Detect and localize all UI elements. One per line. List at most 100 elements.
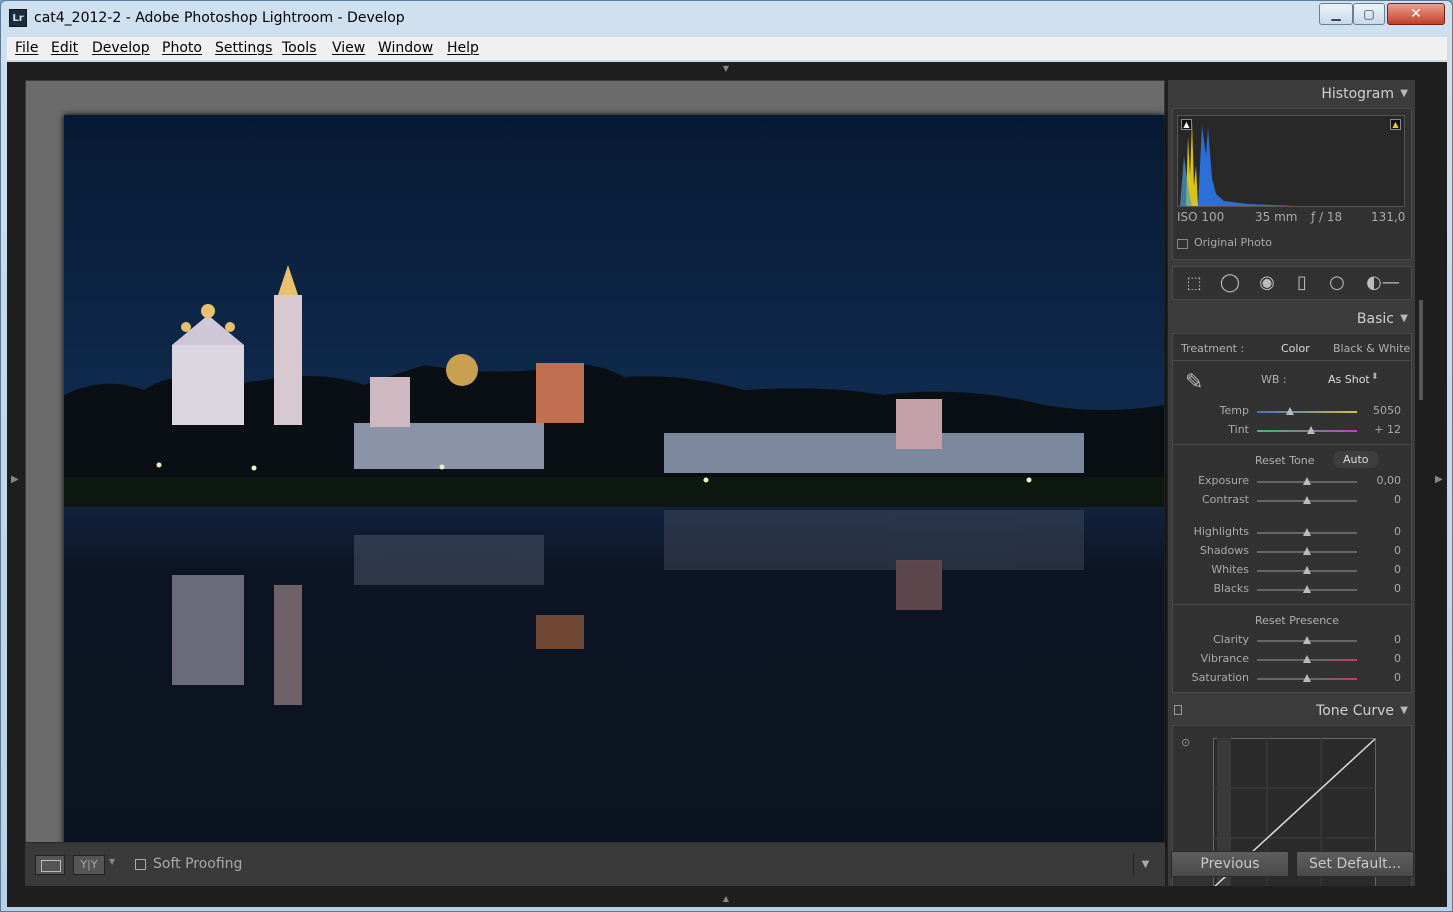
photo-canvas: [25, 80, 1165, 886]
tool-strip: ⬚ ◯ ◉ ▯ ○ ◐—: [1172, 266, 1412, 300]
menu-settings[interactable]: Settings: [215, 40, 272, 56]
tint-value[interactable]: + 12: [1361, 423, 1401, 436]
menu-tools[interactable]: Tools: [282, 40, 317, 56]
temp-slider-thumb[interactable]: [1286, 407, 1294, 415]
chevron-down-icon[interactable]: ▼: [109, 857, 115, 866]
target-adjust-icon[interactable]: ⊙: [1181, 736, 1190, 749]
bottom-panel-toggle-icon[interactable]: ▲: [719, 895, 733, 903]
tint-slider-thumb[interactable]: [1307, 426, 1315, 434]
vibrance-slider-thumb[interactable]: [1303, 655, 1311, 663]
vibrance-value[interactable]: 0: [1361, 652, 1401, 665]
adjustment-brush-icon[interactable]: ◐—: [1363, 272, 1403, 294]
contrast-slider-thumb[interactable]: [1303, 496, 1311, 504]
original-photo-checkbox[interactable]: [1177, 239, 1188, 249]
divider: [1173, 360, 1411, 361]
soft-proofing-checkbox[interactable]: [135, 859, 146, 870]
histogram-title: Histogram: [1321, 86, 1394, 102]
spot-removal-icon[interactable]: ◯: [1219, 272, 1241, 294]
right-panel: Histogram ▼ ▲ ▲ ISO 100 35 mm ƒ / 18 131…: [1167, 80, 1415, 886]
right-panel-scrollbar[interactable]: [1419, 300, 1423, 400]
exposure-slider-thumb[interactable]: [1303, 477, 1311, 485]
collapse-triangle-icon: ▼: [1400, 88, 1408, 99]
left-panel-toggle-icon[interactable]: ▶: [11, 474, 19, 485]
crop-overlay-icon[interactable]: ⬚: [1183, 272, 1205, 294]
histogram-graph: ▲ ▲: [1177, 115, 1405, 207]
highlights-label: Highlights: [1193, 525, 1249, 538]
minimize-icon: ▁: [1331, 7, 1341, 21]
basic-header[interactable]: Basic ▼: [1168, 305, 1415, 333]
whites-slider-thumb[interactable]: [1303, 566, 1311, 574]
menu-bar: File Edit Develop Photo Settings Tools V…: [7, 37, 1447, 61]
panel-switch-icon[interactable]: [1174, 705, 1182, 715]
loupe-view-icon[interactable]: [35, 855, 65, 875]
saturation-slider-thumb[interactable]: [1303, 674, 1311, 682]
exposure-value[interactable]: 0,00: [1361, 474, 1402, 487]
maximize-button[interactable]: ▢: [1353, 3, 1385, 25]
minimize-button[interactable]: ▁: [1319, 3, 1353, 25]
lightroom-workspace: ▼ ▶ ▶ ▲ Y|Y ▼ Soft Proofing ▼ Histogram …: [7, 62, 1447, 907]
reset-presence-button[interactable]: Reset Presence: [1255, 614, 1339, 627]
set-default-button[interactable]: Set Default...: [1296, 851, 1414, 877]
menu-edit[interactable]: Edit: [51, 40, 78, 56]
shadows-value[interactable]: 0: [1361, 544, 1401, 557]
collapse-triangle-icon: ▼: [1400, 313, 1408, 324]
menu-photo[interactable]: Photo: [162, 40, 202, 56]
tint-label: Tint: [1228, 423, 1249, 436]
close-button[interactable]: ✕: [1387, 3, 1445, 25]
temp-value[interactable]: 5050: [1361, 404, 1401, 417]
whites-value[interactable]: 0: [1361, 563, 1401, 576]
shadow-clipping-icon[interactable]: ▲: [1181, 119, 1192, 130]
eyedropper-icon[interactable]: ✎: [1185, 370, 1203, 395]
vibrance-label: Vibrance: [1200, 652, 1249, 665]
clarity-slider-thumb[interactable]: [1303, 636, 1311, 644]
clarity-label: Clarity: [1213, 633, 1249, 646]
menu-help[interactable]: Help: [447, 40, 479, 56]
histogram-section: ▲ ▲ ISO 100 35 mm ƒ / 18 131,0 Original …: [1172, 108, 1412, 260]
bottom-toolbar: Y|Y ▼ Soft Proofing ▼: [25, 842, 1165, 886]
maximize-icon: ▢: [1363, 7, 1375, 21]
highlight-clipping-icon[interactable]: ▲: [1390, 119, 1401, 130]
toolbar-menu-icon[interactable]: ▼: [1133, 853, 1157, 877]
treatment-bw-option[interactable]: Black & White: [1333, 342, 1410, 355]
shutter-readout: 131,0: [1371, 210, 1406, 224]
wb-label: WB :: [1261, 373, 1287, 386]
temp-label: Temp: [1219, 404, 1249, 417]
saturation-value[interactable]: 0: [1361, 671, 1401, 684]
clarity-value[interactable]: 0: [1361, 633, 1401, 646]
original-photo-label: Original Photo: [1194, 236, 1272, 249]
blacks-value[interactable]: 0: [1361, 582, 1401, 595]
highlights-slider-thumb[interactable]: [1303, 528, 1311, 536]
top-panel-toggle-icon[interactable]: ▼: [719, 65, 733, 73]
menu-file[interactable]: File: [15, 40, 38, 56]
radial-filter-icon[interactable]: ○: [1326, 272, 1348, 294]
photo-preview[interactable]: [64, 115, 1164, 847]
soft-proofing-label: Soft Proofing: [153, 856, 243, 872]
shadows-label: Shadows: [1199, 544, 1249, 557]
tone-curve-header[interactable]: Tone Curve ▼: [1168, 697, 1415, 725]
treatment-color-option[interactable]: Color: [1281, 342, 1310, 355]
contrast-label: Contrast: [1201, 493, 1249, 506]
collapse-triangle-icon: ▼: [1400, 705, 1408, 716]
red-eye-icon[interactable]: ◉: [1256, 272, 1278, 294]
previous-button[interactable]: Previous: [1171, 851, 1289, 877]
blacks-slider-thumb[interactable]: [1303, 585, 1311, 593]
histogram-header[interactable]: Histogram ▼: [1168, 80, 1415, 108]
select-arrows-icon[interactable]: ⬍: [1371, 372, 1379, 382]
menu-develop[interactable]: Develop: [92, 40, 150, 56]
graduated-filter-icon[interactable]: ▯: [1291, 272, 1313, 294]
menu-window[interactable]: Window: [378, 40, 433, 56]
reset-tone-button[interactable]: Reset Tone: [1255, 454, 1315, 467]
contrast-value[interactable]: 0: [1361, 493, 1401, 506]
before-after-button[interactable]: Y|Y: [73, 855, 105, 875]
right-panel-toggle-icon[interactable]: ▶: [1435, 474, 1443, 485]
window-title: cat4_2012-2 - Adobe Photoshop Lightroom …: [34, 10, 405, 26]
highlights-value[interactable]: 0: [1361, 525, 1401, 538]
tone-curve-title: Tone Curve: [1316, 703, 1394, 719]
shadows-slider-thumb[interactable]: [1303, 547, 1311, 555]
whites-label: Whites: [1211, 563, 1249, 576]
menu-view[interactable]: View: [332, 40, 365, 56]
temp-slider-track[interactable]: [1257, 411, 1357, 413]
wb-select[interactable]: As Shot: [1328, 373, 1370, 386]
auto-tone-button[interactable]: Auto: [1333, 451, 1379, 468]
divider: [1173, 604, 1411, 605]
